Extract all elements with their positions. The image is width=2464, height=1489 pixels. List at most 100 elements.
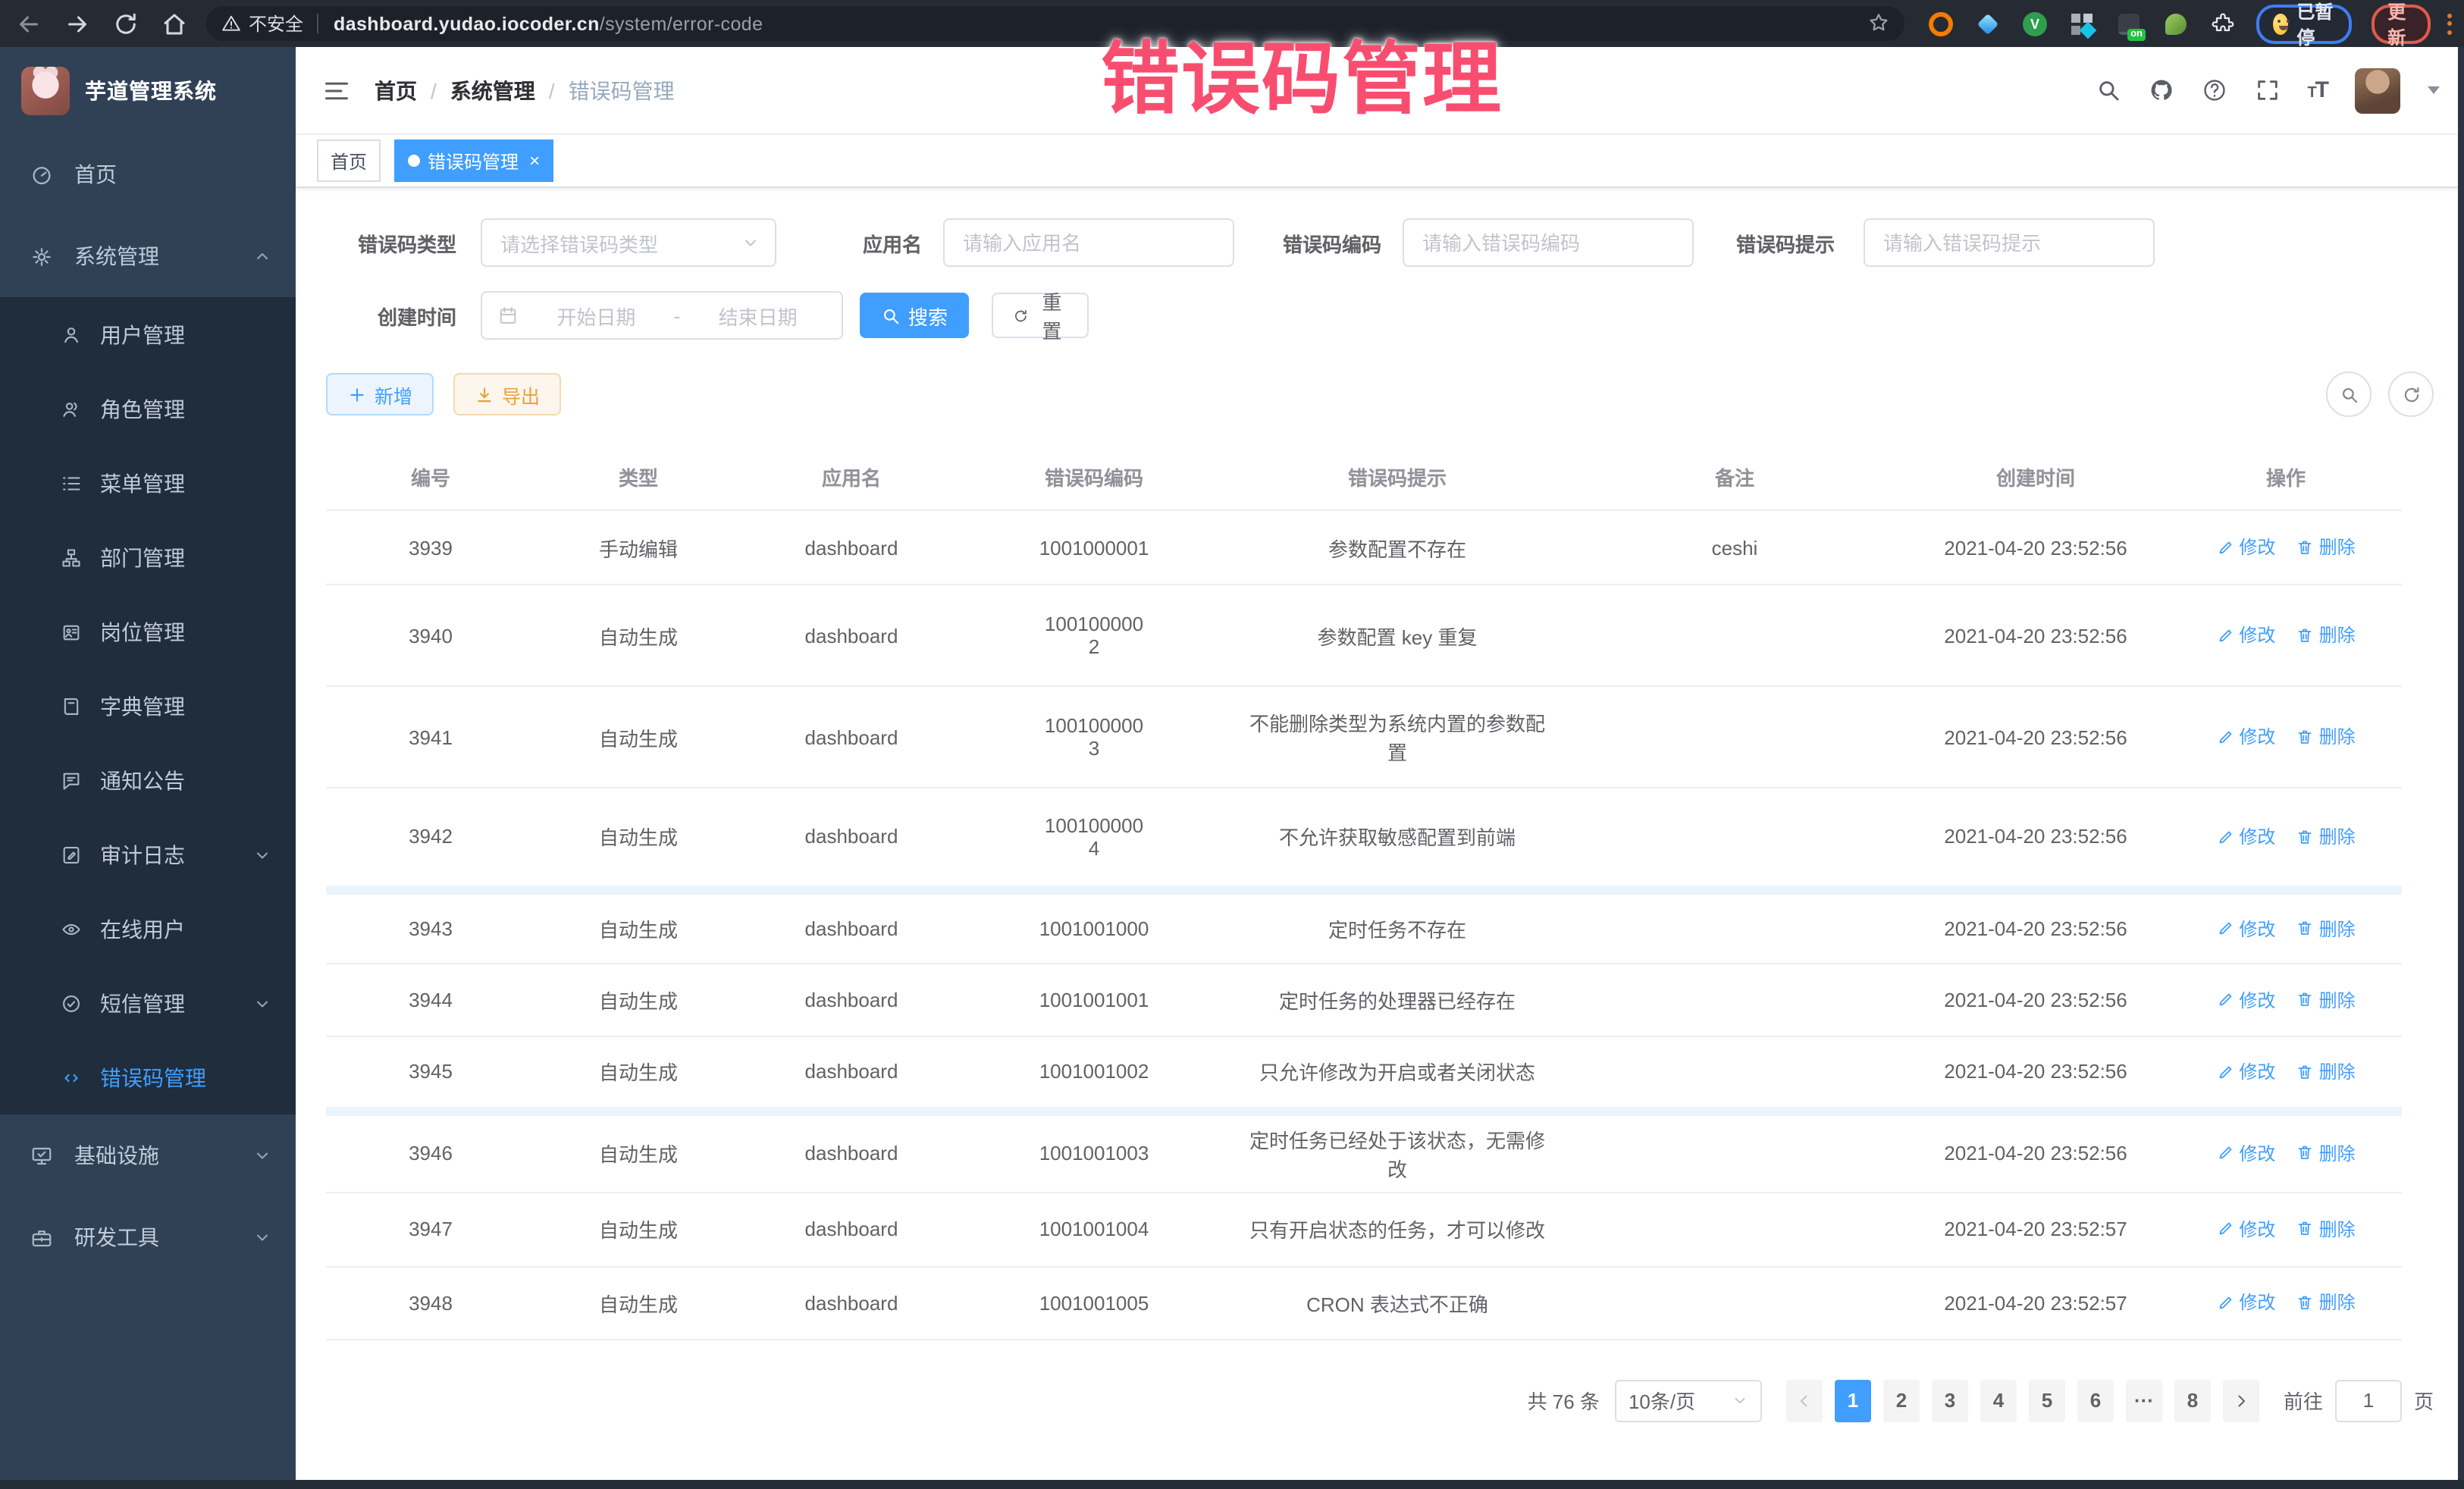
page-ellipsis-button[interactable]: ··· [2126, 1379, 2162, 1422]
forward-icon[interactable] [64, 10, 91, 37]
delete-link[interactable]: 删除 [2296, 987, 2356, 1013]
fullscreen-icon[interactable] [2254, 77, 2280, 103]
delete-link[interactable]: 删除 [2296, 534, 2356, 560]
sidebar-item-audit-log[interactable]: 审计日志 [0, 817, 296, 892]
help-icon[interactable] [2201, 77, 2227, 103]
avatar-caret-icon[interactable] [2428, 86, 2440, 94]
cell-msg: 不能删除类型为系统内置的参数配置 [1227, 686, 1568, 788]
reload-icon[interactable] [112, 10, 140, 37]
profile-paused-chip[interactable]: 已暂停 [2256, 4, 2351, 43]
bookmark-star-icon[interactable] [1867, 11, 1891, 35]
font-size-icon[interactable]: TT [2307, 77, 2328, 103]
toggle-search-button[interactable] [2326, 371, 2372, 417]
next-page-button[interactable] [2223, 1379, 2259, 1422]
window-scrollbar[interactable] [2458, 47, 2464, 1489]
page-button-6[interactable]: 6 [2077, 1379, 2114, 1422]
security-chip[interactable]: 不安全 [221, 11, 303, 36]
page-button-3[interactable]: 3 [1932, 1379, 1968, 1422]
sidebar-item-online-users[interactable]: 在线用户 [0, 892, 296, 966]
sidebar-item-dict[interactable]: 字典管理 [0, 669, 296, 743]
delete-link[interactable]: 删除 [2296, 915, 2356, 941]
delete-link[interactable]: 删除 [2296, 1290, 2356, 1315]
error-msg-input[interactable] [1864, 218, 2155, 267]
reset-button[interactable]: 重置 [992, 293, 1089, 338]
browser-menu-icon[interactable] [2447, 13, 2452, 34]
page-button-8[interactable]: 8 [2174, 1379, 2211, 1422]
sidebar-item-label: 菜单管理 [100, 468, 185, 498]
edit-link[interactable]: 修改 [2216, 823, 2275, 849]
delete-link[interactable]: 删除 [2296, 1140, 2356, 1166]
edit-link[interactable]: 修改 [2216, 1058, 2275, 1084]
error-type-select[interactable]: 请选择错误码类型 [481, 218, 776, 267]
sidebar-item-home[interactable]: 首页 [0, 133, 296, 215]
search-icon[interactable] [2095, 77, 2121, 103]
page-button-2[interactable]: 2 [1883, 1379, 1920, 1422]
extension-grid-icon[interactable] [2070, 11, 2094, 36]
app-name-input[interactable] [943, 218, 1234, 267]
delete-link[interactable]: 删除 [2296, 1058, 2356, 1084]
edit-link[interactable]: 修改 [2216, 1140, 2275, 1166]
add-button[interactable]: 新增 [326, 373, 434, 415]
sidebar-item-dev-tools[interactable]: 研发工具 [0, 1196, 296, 1278]
sidebar-item-error-code[interactable]: 错误码管理 [0, 1040, 296, 1114]
page-button-5[interactable]: 5 [2029, 1379, 2065, 1422]
breadcrumb-system[interactable]: 系统管理 [450, 75, 535, 105]
edit-link[interactable]: 修改 [2216, 1216, 2275, 1242]
edit-link[interactable]: 修改 [2216, 622, 2275, 648]
edit-link[interactable]: 修改 [2216, 915, 2275, 941]
sidebar-item-infrastructure[interactable]: 基础设施 [0, 1114, 296, 1196]
delete-link[interactable]: 删除 [2296, 622, 2356, 648]
hamburger-icon[interactable] [323, 77, 350, 104]
extension-green-icon[interactable]: V [2023, 11, 2047, 36]
page-size-select[interactable]: 10条/页 [1615, 1379, 1762, 1422]
chrome-update-button[interactable]: 更新 [2371, 4, 2431, 43]
breadcrumb-separator: / [549, 78, 555, 102]
monitor-icon [30, 1144, 53, 1167]
prev-page-button[interactable] [1786, 1379, 1823, 1422]
sidebar-item-users[interactable]: 用户管理 [0, 297, 296, 371]
sidebar-item-sms[interactable]: 短信管理 [0, 966, 296, 1040]
extension-switch-icon[interactable]: on [2117, 11, 2141, 36]
edit-link[interactable]: 修改 [2216, 1290, 2275, 1315]
page-button-1[interactable]: 1 [1835, 1379, 1871, 1422]
sidebar-item-menus[interactable]: 菜单管理 [0, 446, 296, 520]
cell-actions: 修改 删除 [2170, 889, 2402, 964]
edit-link[interactable]: 修改 [2216, 724, 2275, 750]
app-window: 芋道管理系统 首页 系统管理 用户管理 角色管理 [0, 47, 2464, 1489]
page-button-4[interactable]: 4 [1980, 1379, 2017, 1422]
extensions-puzzle-icon[interactable] [2211, 11, 2235, 36]
sidebar-item-roles[interactable]: 角色管理 [0, 371, 296, 446]
breadcrumb-home[interactable]: 首页 [375, 75, 417, 105]
edit-link[interactable]: 修改 [2216, 987, 2275, 1013]
date-range-picker[interactable]: 开始日期 - 结束日期 [481, 291, 843, 340]
export-button[interactable]: 导出 [453, 373, 561, 415]
extension-leaf-icon[interactable] [2164, 11, 2188, 36]
tag-home[interactable]: 首页 [317, 139, 381, 182]
extension-orange-icon[interactable] [1929, 11, 1953, 36]
search-button[interactable]: 搜索 [860, 293, 969, 338]
sidebar-item-notice[interactable]: 通知公告 [0, 743, 296, 817]
delete-link[interactable]: 删除 [2296, 823, 2356, 849]
close-icon[interactable]: × [529, 152, 540, 170]
github-icon[interactable] [2148, 77, 2174, 103]
cell-msg: 定时任务不存在 [1227, 889, 1568, 964]
sidebar-item-posts[interactable]: 岗位管理 [0, 594, 296, 669]
error-code-input[interactable] [1403, 218, 1694, 267]
home-icon[interactable] [161, 10, 188, 37]
refresh-table-button[interactable] [2388, 371, 2434, 417]
edit-link[interactable]: 修改 [2216, 534, 2275, 560]
sidebar-item-system[interactable]: 系统管理 [0, 215, 296, 297]
goto-page-input[interactable] [2335, 1379, 2402, 1422]
table-row: 3946 自动生成 dashboard 1001001003 定时任务已经处于该… [326, 1111, 2402, 1192]
user-avatar[interactable] [2355, 67, 2400, 113]
extension-gem-icon[interactable] [1976, 11, 2000, 36]
delete-link[interactable]: 删除 [2296, 1216, 2356, 1242]
goto-label: 前往 [2284, 1386, 2323, 1415]
tag-error-code[interactable]: 错误码管理 × [394, 139, 553, 182]
back-icon[interactable] [15, 10, 42, 37]
cell-time: 2021-04-20 23:52:56 [1901, 788, 2170, 889]
address-bar[interactable]: 不安全 dashboard.yudao.iocoder.cn/system/er… [206, 6, 1904, 41]
edit-icon [2216, 626, 2234, 644]
sidebar-item-departments[interactable]: 部门管理 [0, 520, 296, 594]
delete-link[interactable]: 删除 [2296, 724, 2356, 750]
